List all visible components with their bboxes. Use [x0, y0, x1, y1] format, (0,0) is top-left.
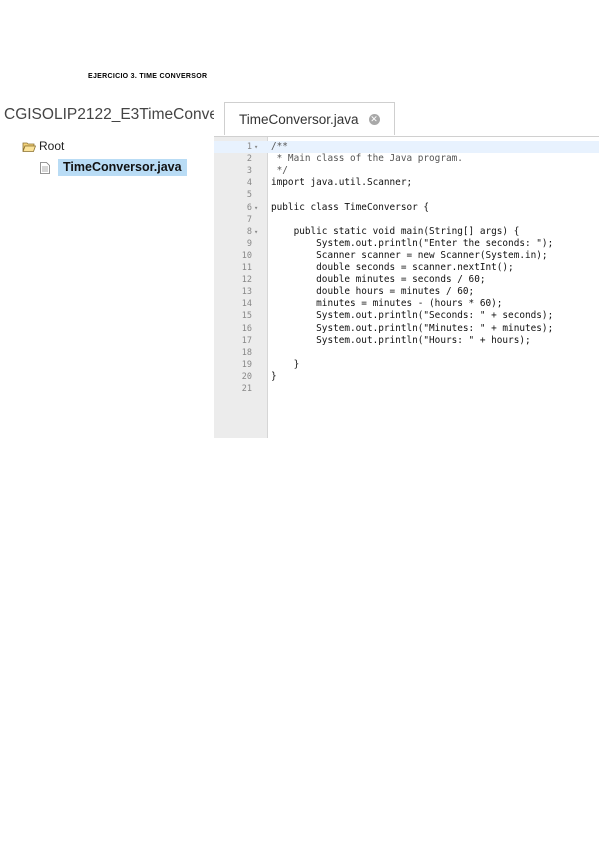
line-number: 13: [241, 287, 252, 298]
code-text: /**: [271, 141, 288, 152]
line-number: 17: [241, 335, 252, 346]
line-number: 12: [241, 275, 252, 286]
line-number: 19: [241, 359, 252, 370]
line-number: 9: [246, 238, 252, 249]
code-text: double hours = minutes / 60;: [271, 286, 475, 298]
code-line[interactable]: 12 double minutes = seconds / 60;: [214, 274, 599, 286]
line-number: 4: [246, 178, 252, 189]
document-heading: EJERCICIO 3. TIME CONVERSOR: [88, 73, 208, 80]
code-line[interactable]: 8 ▾ public static void main(String[] args…: [214, 226, 599, 238]
line-number: 8: [246, 226, 252, 237]
code-line[interactable]: 20}: [214, 371, 599, 383]
tab-timeconversor[interactable]: TimeConversor.java ✕: [224, 102, 395, 135]
code-line[interactable]: 2 * Main class of the Java program.: [214, 153, 599, 165]
java-file-icon: [40, 161, 50, 174]
line-number: 18: [241, 347, 252, 358]
code-text: double seconds = scanner.nextInt();: [271, 262, 514, 273]
code-text: Scanner scanner = new Scanner(System.in)…: [271, 249, 548, 261]
code-text: import java.util.Scanner;: [271, 177, 413, 189]
code-line[interactable]: 5: [214, 189, 599, 201]
code-text: System.out.println("Hours: " + hours);: [271, 334, 531, 346]
code-line[interactable]: 10 Scanner scanner = new Scanner(System.…: [214, 250, 599, 262]
code-area[interactable]: 1 ▾/** 2 * Main class of the Java program.…: [214, 137, 599, 438]
code-line[interactable]: 3 */: [214, 165, 599, 177]
code-line[interactable]: 4 import java.util.Scanner;: [214, 177, 599, 189]
code-text: */: [271, 165, 288, 177]
tree-root-label: Root: [39, 139, 65, 153]
line-number: 5: [246, 190, 252, 201]
code-line[interactable]: 6 ▾ public class TimeConversor {: [214, 202, 599, 214]
line-number: 11: [241, 263, 252, 273]
code-text: }: [271, 358, 300, 370]
fold-toggle-icon[interactable]: ▾: [254, 141, 264, 153]
code-text: System.out.println("Seconds: " + seconds…: [271, 310, 554, 322]
code-line[interactable]: 19 }: [214, 359, 599, 371]
tree-file-label: TimeConversor.java: [58, 158, 187, 176]
close-icon[interactable]: ✕: [368, 113, 380, 125]
line-number: 6: [246, 202, 252, 213]
line-number: 2: [246, 154, 252, 165]
tree-root-node[interactable]: Root: [22, 138, 64, 154]
line-number: 20: [241, 371, 252, 382]
code-line[interactable]: 9 System.out.println("Enter the seconds:…: [214, 238, 599, 250]
code-text: double minutes = seconds / 60;: [271, 274, 486, 286]
code-text: * Main class of the Java program.: [271, 153, 463, 165]
line-number: 1: [246, 142, 252, 152]
line-number: 15: [241, 311, 252, 322]
code-line[interactable]: 15 System.out.println("Seconds: " + seco…: [214, 310, 599, 322]
line-number: 10: [241, 250, 252, 261]
ide-window: CGISOLIP2122_E3TimeConve Root TimeConver…: [0, 98, 599, 438]
tab-label: TimeConversor.java: [239, 111, 359, 127]
editor-tab-bar: TimeConversor.java ✕: [214, 98, 599, 137]
code-text: public static void main(String[] args) {: [271, 225, 520, 237]
code-text: System.out.println("Minutes: " + minutes…: [271, 322, 554, 334]
code-line[interactable]: 17 System.out.println("Hours: " + hours)…: [214, 335, 599, 347]
code-text: minutes = minutes - (hours * 60);: [271, 298, 503, 310]
code-line[interactable]: 16 System.out.println("Minutes: " + minu…: [214, 323, 599, 335]
line-number: 3: [246, 166, 252, 177]
line-number: 16: [241, 323, 252, 334]
code-line[interactable]: 1 ▾ /**: [214, 141, 599, 153]
code-line[interactable]: 11 double seconds = scanner.nextInt();: [214, 262, 599, 274]
line-number: 21: [241, 384, 252, 394]
folder-open-icon: [22, 141, 37, 152]
code-editor: TimeConversor.java ✕ 1 ▾/** 2 * Main class…: [214, 98, 599, 438]
line-number: 14: [241, 299, 252, 310]
code-text: System.out.println("Enter the seconds: "…: [271, 237, 554, 249]
project-title: CGISOLIP2122_E3TimeConve: [4, 106, 214, 123]
code-text: public class TimeConversor {: [271, 201, 430, 213]
code-text: }: [271, 370, 277, 382]
code-line[interactable]: 21: [214, 383, 599, 395]
code-line[interactable]: 14 minutes = minutes - (hours * 60);: [214, 298, 599, 310]
line-number: 7: [246, 214, 252, 225]
code-line[interactable]: 13 double hours = minutes / 60;: [214, 286, 599, 298]
code-line[interactable]: 7: [214, 214, 599, 226]
tree-file-node[interactable]: TimeConversor.java: [40, 158, 187, 176]
fold-toggle-icon[interactable]: ▾: [254, 226, 264, 238]
code-line[interactable]: 18: [214, 347, 599, 359]
fold-toggle-icon[interactable]: ▾: [254, 202, 264, 214]
